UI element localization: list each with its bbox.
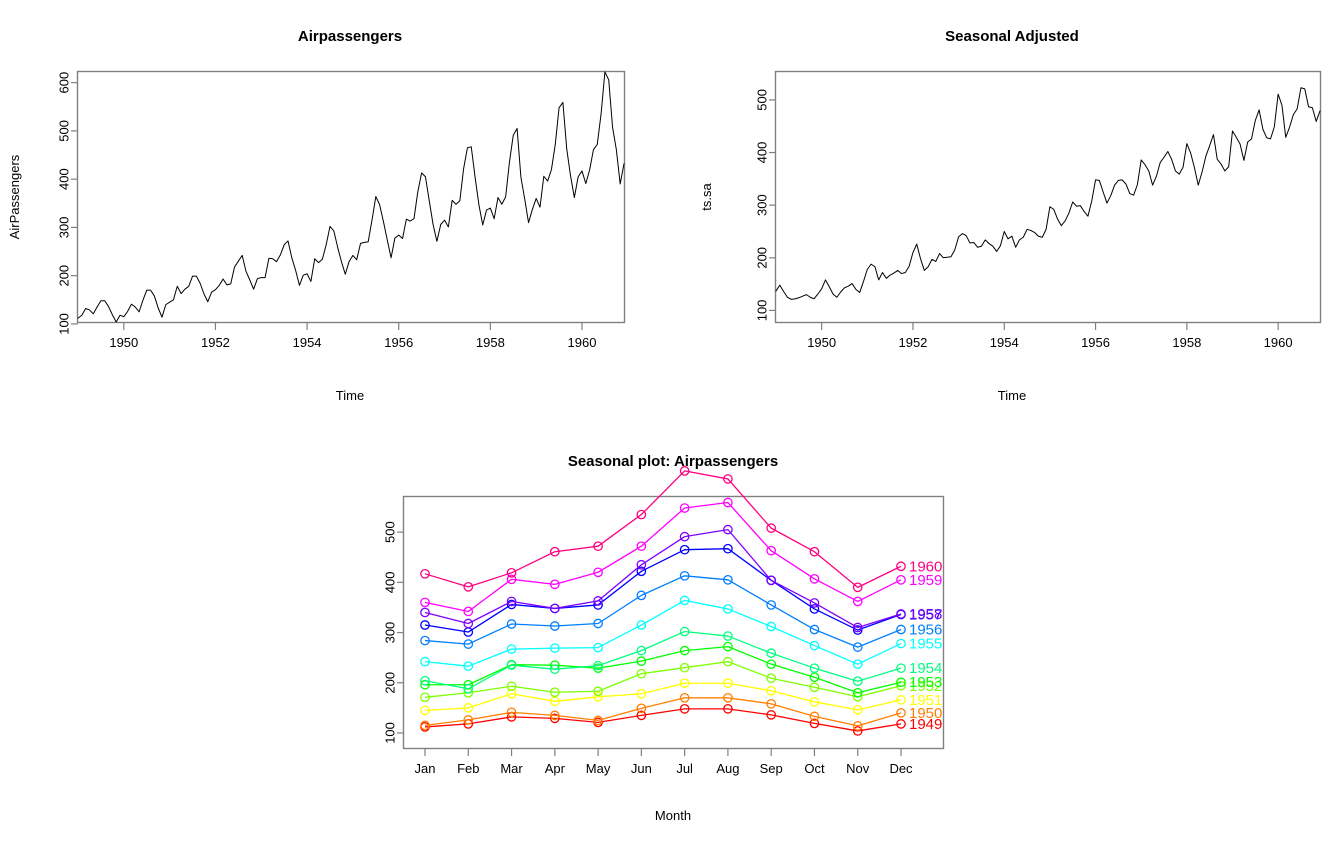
airpassengers-title: Airpassengers xyxy=(298,28,402,45)
x-tick-label: 1960 xyxy=(568,335,597,350)
series-label-1954: 1954 xyxy=(909,660,942,677)
seasonal-plot-title: Seasonal plot: Airpassengers xyxy=(568,453,778,470)
x-tick-label: 1960 xyxy=(1264,335,1293,350)
y-tick-label: 200 xyxy=(754,247,769,269)
plot-canvas: Airpassengers 100 200 300 400 500 600 1950 195… xyxy=(0,0,1324,850)
y-tick-label: 200 xyxy=(56,265,71,287)
x-tick-label: 1956 xyxy=(384,335,413,350)
x-tick-label-jun: Jun xyxy=(631,761,652,776)
y-tick-label: 600 xyxy=(56,72,71,94)
x-tick-label-aug: Aug xyxy=(716,761,739,776)
x-tick-label-nov: Nov xyxy=(846,761,870,776)
y-tick-label: 400 xyxy=(754,142,769,164)
y-tick-label: 500 xyxy=(754,89,769,111)
seasonal-adjusted-title: Seasonal Adjusted xyxy=(945,28,1079,45)
x-tick-label-oct: Oct xyxy=(804,761,825,776)
series-label-1960: 1960 xyxy=(909,558,942,575)
figure-background xyxy=(0,0,1324,850)
x-tick-label-dec: Dec xyxy=(889,761,913,776)
y-tick-label: 400 xyxy=(56,168,71,190)
x-tick-label-may: May xyxy=(586,761,611,776)
y-tick-label: 100 xyxy=(56,313,71,335)
x-tick-label-jul: Jul xyxy=(676,761,693,776)
seasonal-plot-xlabel: Month xyxy=(655,808,691,823)
airpassengers-ylabel: AirPassengers xyxy=(7,154,22,239)
figure-root: Airpassengers 100 200 300 400 500 600 1950 195… xyxy=(0,0,1324,850)
y-tick-label: 100 xyxy=(754,300,769,322)
seasonal-adjusted-ylabel: ts.sa xyxy=(699,183,714,211)
y-tick-label: 200 xyxy=(382,672,397,694)
x-tick-label: 1954 xyxy=(293,335,322,350)
y-tick-label: 400 xyxy=(382,571,397,593)
x-tick-label: 1958 xyxy=(476,335,505,350)
x-tick-label-mar: Mar xyxy=(500,761,523,776)
x-tick-label: 1952 xyxy=(201,335,230,350)
x-tick-label-sep: Sep xyxy=(760,761,783,776)
x-tick-label: 1950 xyxy=(807,335,836,350)
x-tick-label: 1950 xyxy=(109,335,138,350)
x-tick-label-feb: Feb xyxy=(457,761,479,776)
x-tick-label: 1954 xyxy=(990,335,1019,350)
series-label-1956: 1956 xyxy=(909,622,942,639)
x-tick-label: 1956 xyxy=(1081,335,1110,350)
airpassengers-xlabel: Time xyxy=(336,388,364,403)
seasonal-plot-year-labels: 1949195019511952195319541955195619571958… xyxy=(909,558,942,733)
x-tick-label-jan: Jan xyxy=(415,761,436,776)
y-tick-label: 300 xyxy=(56,217,71,239)
y-tick-label: 300 xyxy=(382,622,397,644)
seasonal-adjusted-xlabel: Time xyxy=(998,388,1026,403)
y-tick-label: 100 xyxy=(382,722,397,744)
y-tick-label: 300 xyxy=(754,194,769,216)
x-tick-label-apr: Apr xyxy=(545,761,566,776)
x-tick-label: 1952 xyxy=(898,335,927,350)
y-tick-label: 500 xyxy=(56,120,71,142)
series-label-1958: 1958 xyxy=(909,606,942,623)
x-tick-label: 1958 xyxy=(1172,335,1201,350)
y-tick-label: 500 xyxy=(382,521,397,543)
